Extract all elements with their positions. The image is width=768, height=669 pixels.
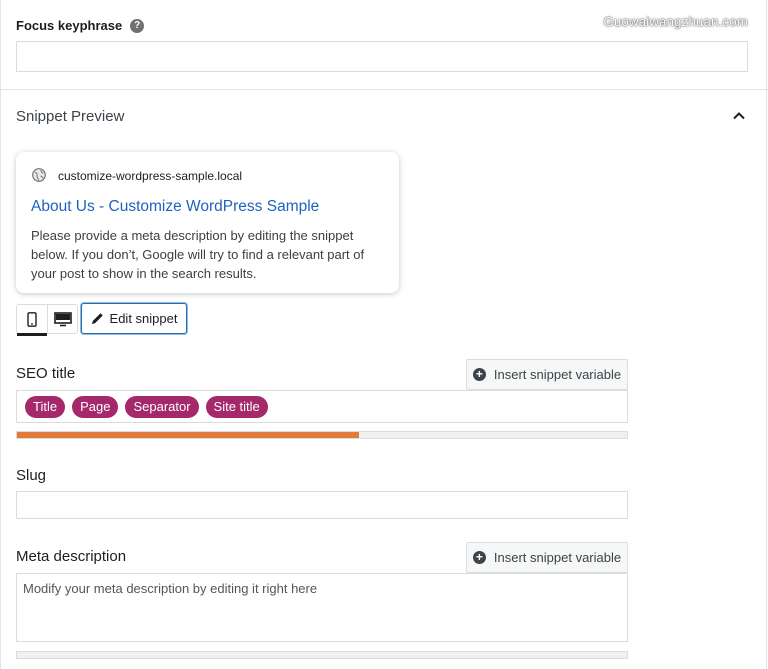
snippet-variable-pill[interactable]: Page xyxy=(72,395,119,418)
snippet-preview-card: customize-wordpress-sample.local About U… xyxy=(16,152,399,293)
snippet-variable-pill[interactable]: Title xyxy=(25,395,66,418)
edit-snippet-label: Edit snippet xyxy=(109,311,178,326)
snippet-variable-pill[interactable]: Separator xyxy=(125,395,199,418)
seo-title-progress-fill xyxy=(17,432,359,438)
snippet-variable-pill[interactable]: Site title xyxy=(205,395,268,418)
insert-variable-label: Insert snippet variable xyxy=(493,367,622,382)
question-circle-icon[interactable]: ? xyxy=(130,18,145,33)
seo-title-insert-variable-button[interactable]: + Insert snippet variable xyxy=(466,359,628,390)
snippet-title-link[interactable]: About Us - Customize WordPress Sample xyxy=(31,198,319,216)
edit-snippet-button[interactable]: Edit snippet xyxy=(81,303,187,334)
desktop-icon xyxy=(54,311,72,326)
preview-mode-toggle xyxy=(16,304,78,336)
globe-icon xyxy=(32,168,46,182)
focus-keyphrase-input[interactable] xyxy=(16,41,748,72)
panel-left-border xyxy=(0,0,1,669)
seo-title-input[interactable]: Title Page Separator Site title xyxy=(16,390,628,423)
mobile-preview-button[interactable] xyxy=(17,305,47,336)
focus-keyphrase-label-row: Focus keyphrase ? xyxy=(16,18,145,33)
plus-circle-icon: + xyxy=(472,368,486,381)
snippet-preview-title: Snippet Preview xyxy=(16,108,125,125)
plus-circle-icon: + xyxy=(472,551,486,564)
seo-title-label: SEO title xyxy=(16,365,76,382)
yoast-seo-panel: Focus keyphrase ? Guowaiwangzhuan.com Sn… xyxy=(0,0,768,669)
insert-variable-label: Insert snippet variable xyxy=(493,550,622,565)
snippet-description: Please provide a meta description by edi… xyxy=(31,228,365,281)
section-divider xyxy=(0,89,768,90)
watermark-text: Guowaiwangzhuan.com xyxy=(603,14,748,29)
panel-right-border xyxy=(766,0,767,669)
slug-label: Slug xyxy=(16,467,47,484)
slug-input[interactable] xyxy=(16,491,628,519)
meta-description-input[interactable]: Modify your meta description by editing … xyxy=(16,573,628,642)
meta-description-label: Meta description xyxy=(16,548,127,565)
seo-title-length-progress xyxy=(16,431,628,439)
meta-description-length-progress xyxy=(16,651,628,659)
meta-description-insert-variable-button[interactable]: + Insert snippet variable xyxy=(466,542,628,573)
pencil-icon xyxy=(91,313,103,324)
snippet-url: customize-wordpress-sample.local xyxy=(58,169,243,183)
mobile-icon xyxy=(27,311,37,327)
focus-keyphrase-label: Focus keyphrase xyxy=(16,18,123,33)
desktop-preview-button[interactable] xyxy=(47,305,78,333)
chevron-up-icon[interactable] xyxy=(733,110,745,122)
